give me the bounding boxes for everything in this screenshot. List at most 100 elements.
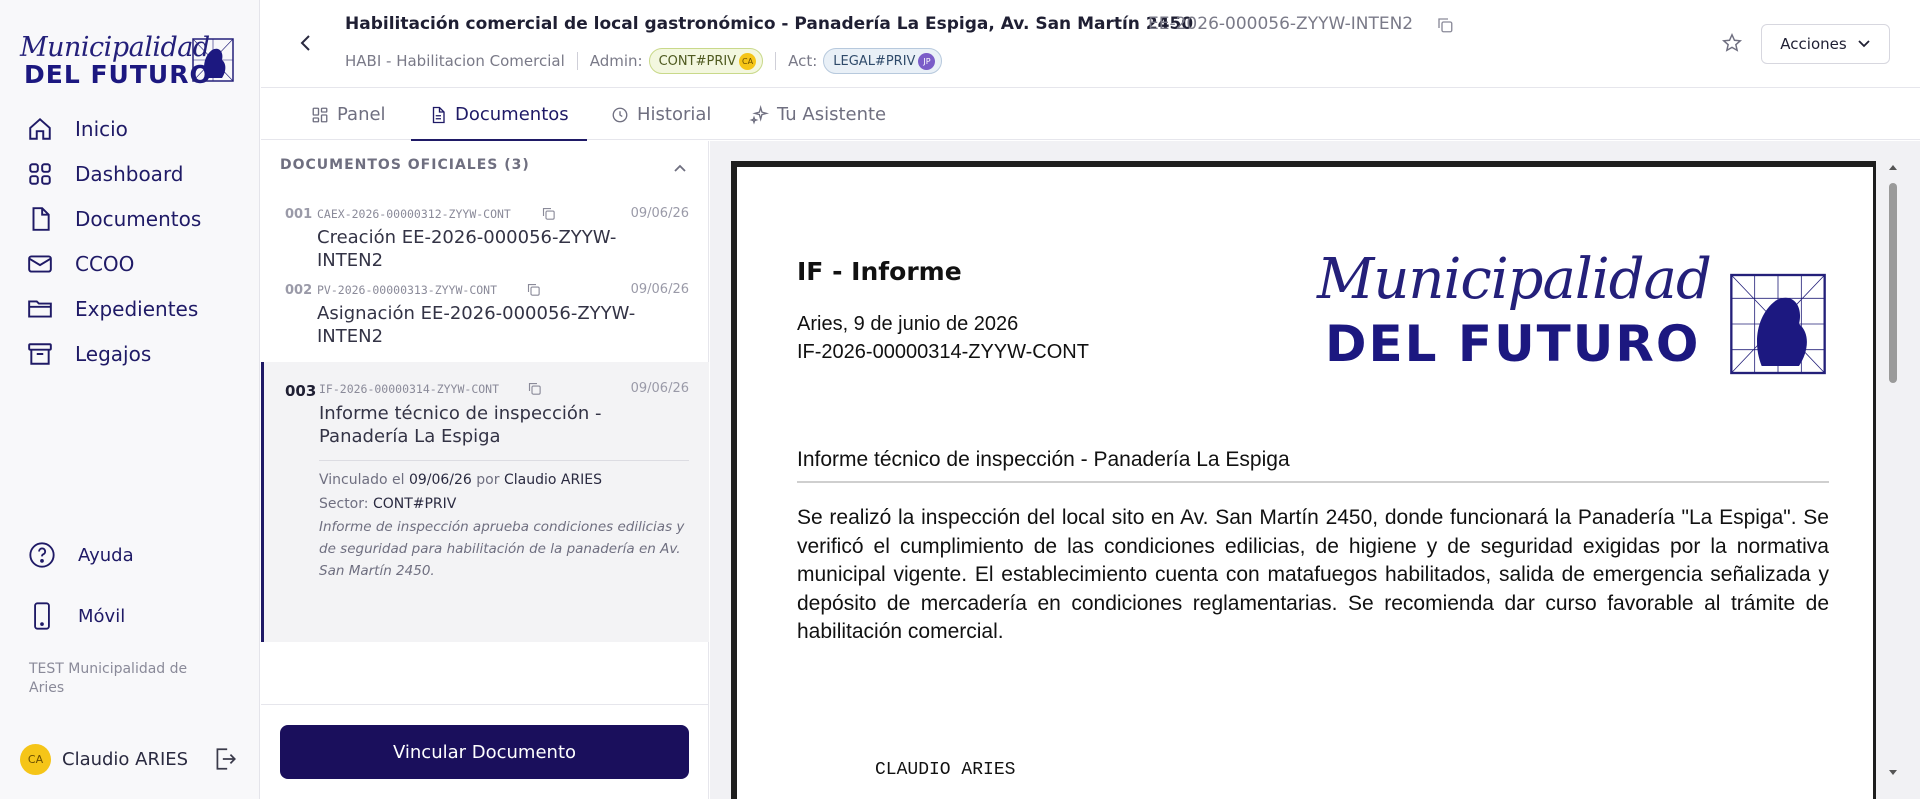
file-code: EE-2026-000056-ZYYW-INTEN2 (1148, 14, 1414, 34)
doc-date: 09/06/26 (630, 282, 689, 297)
act-sector-chip[interactable]: LEGAL#PRIV JP (823, 48, 943, 74)
copy-doc-code-button[interactable] (526, 282, 541, 301)
copy-code-button[interactable] (1436, 16, 1454, 38)
doc-title: Creación EE-2026-000056-ZYYW-INTEN2 (317, 227, 617, 271)
user-profile[interactable]: CA Claudio ARIES (20, 744, 188, 775)
chevron-down-icon (1858, 40, 1870, 48)
favorite-button[interactable] (1721, 32, 1743, 58)
logout-button[interactable] (212, 746, 238, 776)
sidebar-item-legajos[interactable]: Legajos (0, 331, 259, 376)
divider (775, 52, 777, 70)
doc-number: 002 (285, 283, 313, 298)
tab-documentos[interactable]: Documentos (411, 89, 587, 141)
viewer-scrollbar[interactable] (1886, 161, 1900, 781)
doc-body: Se realizó la inspección del local sito … (797, 506, 1829, 643)
copy-icon (1438, 18, 1453, 33)
list-item-selected[interactable]: 003 IF-2026-00000314-ZYYW-CONT 09/06/26 … (261, 362, 709, 642)
star-icon (1721, 32, 1743, 52)
user-name: Claudio ARIES (62, 749, 189, 770)
doc-date: 09/06/26 (630, 381, 689, 396)
home-icon (26, 115, 54, 143)
copy-doc-code-button[interactable] (541, 206, 556, 225)
copy-icon (527, 283, 540, 296)
sidebar-item-label: Documentos (75, 206, 202, 231)
logo-bold-text: DEL FUTURO (24, 60, 212, 89)
tab-tu-asistente[interactable]: Tu Asistente (749, 89, 886, 140)
copy-icon (542, 207, 555, 220)
doc-note: Informe de inspección aprueba condicione… (319, 519, 685, 579)
doc-number: 003 (285, 382, 317, 400)
sidebar-item-documentos[interactable]: Documentos (0, 196, 259, 241)
link-document-button[interactable]: Vincular Documento (280, 725, 689, 779)
doc-title: Informe técnico de inspección - Panaderí… (319, 403, 602, 447)
scrollbar-thumb[interactable] (1889, 183, 1897, 383)
doc-date: 09/06/26 (630, 206, 689, 221)
act-sector-text: LEGAL#PRIV (833, 53, 916, 69)
document-list-panel: DOCUMENTOS OFICIALES (3) 001 CAEX-2026-0… (261, 141, 709, 799)
admin-sector-chip[interactable]: CONT#PRIV CA (648, 48, 764, 74)
doc-code: IF-2026-00000314-ZYYW-CONT (319, 382, 500, 396)
list-item[interactable]: 002 PV-2026-00000313-ZYYW-CONT 09/06/26 … (261, 277, 709, 361)
tab-historial[interactable]: Historial (611, 89, 711, 140)
sidebar: Municipalidad DEL FUTURO Inicio Dashboar… (0, 0, 260, 799)
help-link[interactable]: Ayuda (28, 541, 134, 569)
document-icon (26, 205, 54, 233)
grid-icon (312, 107, 328, 122)
divider (319, 460, 689, 461)
linked-by: por (476, 472, 500, 488)
divider (797, 481, 1829, 483)
doc-code: IF-2026-00000314-ZYYW-CONT (797, 341, 1089, 363)
doc-title: Asignación EE-2026-000056-ZYYW-INTEN2 (317, 303, 636, 347)
link-info: Vinculado el 09/06/26 por Claudio ARIES (319, 470, 691, 490)
file-type: HABI - Habilitacion Comercial (345, 52, 565, 70)
document-icon (432, 106, 445, 123)
tab-label: Tu Asistente (777, 104, 887, 125)
chevron-up-icon (674, 164, 686, 172)
sector-label: Sector: (319, 496, 369, 512)
doc-code: PV-2026-00000313-ZYYW-CONT (317, 283, 498, 297)
sidebar-nav: Inicio Dashboard Documentos CCOO Expedie… (0, 106, 259, 376)
admin-label: Admin: (589, 52, 643, 70)
logo-script-text: Municipalidad (20, 32, 210, 63)
mobile-link[interactable]: Móvil (28, 601, 125, 631)
scroll-down-icon (1889, 770, 1897, 775)
doc-logo: Municipalidad DEL FUTURO (1317, 247, 1837, 383)
doc-logo-bold: DEL FUTURO (1325, 315, 1701, 373)
sector-info: Sector: CONT#PRIV (319, 494, 691, 514)
pdf-page: IF - Informe Aries, 9 de junio de 2026 I… (737, 167, 1873, 799)
copy-doc-code-button[interactable] (527, 381, 542, 400)
actions-label: Acciones (1780, 35, 1847, 53)
tab-label: Panel (337, 104, 386, 125)
collapse-button[interactable] (673, 158, 687, 177)
act-user-avatar: JP (918, 52, 936, 70)
actions-dropdown[interactable]: Acciones (1761, 24, 1890, 64)
avatar: CA (20, 744, 51, 775)
divider (576, 52, 578, 70)
folder-icon (26, 295, 54, 323)
sidebar-item-label: CCOO (75, 251, 135, 276)
sidebar-item-dashboard[interactable]: Dashboard (0, 151, 259, 196)
admin-user-avatar: CA (739, 52, 757, 70)
mobile-label: Móvil (78, 605, 126, 627)
sidebar-item-expedientes[interactable]: Expedientes (0, 286, 259, 331)
sidebar-item-ccoo[interactable]: CCOO (0, 241, 259, 286)
doc-number: 001 (285, 207, 313, 222)
back-button[interactable] (299, 32, 313, 58)
file-meta: HABI - Habilitacion Comercial Admin: CON… (345, 48, 943, 74)
tab-panel[interactable]: Panel (311, 89, 386, 140)
sidebar-item-label: Legajos (75, 341, 152, 366)
linked-date: 09/06/26 (408, 472, 472, 488)
sidebar-item-label: Dashboard (75, 161, 184, 186)
sidebar-item-inicio[interactable]: Inicio (0, 106, 259, 151)
doc-code: CAEX-2026-00000312-ZYYW-CONT (317, 207, 511, 221)
municipality-logo[interactable]: Municipalidad DEL FUTURO (20, 32, 238, 90)
document-list-heading: DOCUMENTOS OFICIALES (3) (280, 157, 530, 173)
header: Habilitación comercial de local gastronó… (261, 0, 1920, 88)
scroll-up-icon (1889, 165, 1897, 170)
tab-bar: Panel Documentos Historial Tu Asistente (261, 89, 1920, 141)
help-icon (29, 542, 55, 568)
sidebar-item-label: Expedientes (75, 296, 199, 321)
tab-label: Documentos (455, 104, 569, 125)
list-item[interactable]: 001 CAEX-2026-00000312-ZYYW-CONT 09/06/2… (261, 201, 709, 271)
mail-icon (26, 250, 54, 278)
